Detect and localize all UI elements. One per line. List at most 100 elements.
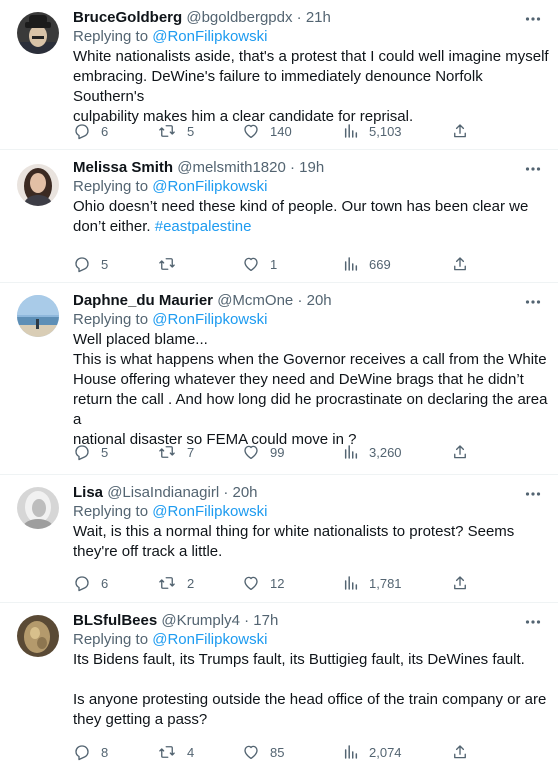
share-icon <box>454 445 466 459</box>
views-button[interactable]: 2,074 <box>343 742 402 762</box>
retweet-button[interactable]: 7 <box>157 442 194 462</box>
share-button[interactable] <box>451 254 469 274</box>
timestamp[interactable]: 20h <box>307 292 332 309</box>
avatar[interactable] <box>17 487 59 529</box>
text-line: Well placed blame... <box>73 331 208 348</box>
like-count: 99 <box>270 444 285 460</box>
replying-to: Replying to @RonFilipkowski <box>73 502 267 522</box>
text-line: Wait, is this a normal thing for white n… <box>73 523 515 540</box>
tweet[interactable]: BLSfulBees @Krumply4 · 17h Replying to @… <box>0 603 558 768</box>
timestamp[interactable]: 19h <box>299 159 324 176</box>
tweet-header: BLSfulBees @Krumply4 · 17h <box>73 611 518 631</box>
mention-link[interactable]: @RonFilipkowski <box>152 503 267 520</box>
replying-to: Replying to @RonFilipkowski <box>73 27 267 47</box>
retweet-count: 5 <box>187 123 195 139</box>
hashtag-link[interactable]: #eastpalestine <box>155 218 252 235</box>
reply-button[interactable]: 6 <box>73 573 108 593</box>
reply-button[interactable]: 6 <box>73 121 108 141</box>
retweet-button[interactable]: 4 <box>157 742 194 762</box>
tweet[interactable]: Melissa Smith @melsmith1820 · 19h Replyi… <box>0 150 558 283</box>
reply-button[interactable]: 8 <box>73 742 108 762</box>
tweet-header: Lisa @LisaIndianagirl · 20h <box>73 483 518 503</box>
display-name[interactable]: BLSfulBees <box>73 612 157 629</box>
reply-button[interactable]: 5 <box>73 254 108 274</box>
share-icon <box>454 124 466 138</box>
reply-count: 8 <box>101 744 109 760</box>
more-options-icon[interactable] <box>522 291 544 313</box>
view-count: 5,103 <box>369 123 402 139</box>
retweet-count: 2 <box>187 575 195 591</box>
display-name[interactable]: Lisa <box>73 484 103 501</box>
views-icon <box>344 745 358 759</box>
mention-link[interactable]: @RonFilipkowski <box>152 311 267 328</box>
views-button[interactable]: 3,260 <box>343 442 402 462</box>
text-line: This is what happens when the Governor r… <box>73 351 547 368</box>
more-options-icon[interactable] <box>522 483 544 505</box>
text-line-prefix: don’t either. <box>73 218 155 235</box>
display-name[interactable]: Melissa Smith <box>73 159 173 176</box>
views-icon <box>344 124 358 138</box>
like-button[interactable]: 99 <box>242 442 284 462</box>
timestamp[interactable]: 20h <box>233 484 258 501</box>
views-icon <box>344 445 358 459</box>
share-icon <box>454 257 466 271</box>
handle[interactable]: @LisaIndianagirl <box>107 484 219 501</box>
like-button[interactable]: 1 <box>242 254 277 274</box>
avatar[interactable] <box>17 615 59 657</box>
more-options-icon[interactable] <box>522 8 544 30</box>
reply-icon <box>75 745 89 761</box>
text-line: House offering whatever they need and De… <box>73 371 524 388</box>
handle[interactable]: @McmOne <box>217 292 293 309</box>
mention-link[interactable]: @RonFilipkowski <box>152 631 267 648</box>
avatar[interactable] <box>17 12 59 54</box>
tweet[interactable]: Daphne_du Maurier @McmOne · 20h Replying… <box>0 283 558 475</box>
handle[interactable]: @Krumply4 <box>161 612 240 629</box>
like-button[interactable]: 85 <box>242 742 284 762</box>
share-button[interactable] <box>451 121 469 141</box>
views-icon <box>344 257 358 271</box>
reply-button[interactable]: 5 <box>73 442 108 462</box>
share-button[interactable] <box>451 442 469 462</box>
tweet[interactable]: BruceGoldberg @bgoldbergpdx · 21h Replyi… <box>0 0 558 150</box>
display-name[interactable]: Daphne_du Maurier <box>73 292 213 309</box>
retweet-button[interactable]: 2 <box>157 573 194 593</box>
views-button[interactable]: 669 <box>343 254 391 274</box>
display-name[interactable]: BruceGoldberg <box>73 9 182 26</box>
replying-label: Replying to <box>73 311 149 328</box>
mention-link[interactable]: @RonFilipkowski <box>152 178 267 195</box>
retweet-button[interactable] <box>157 254 187 274</box>
reply-icon <box>75 257 89 273</box>
avatar[interactable] <box>17 164 59 206</box>
text-line: Its Bidens fault, its Trumps fault, its … <box>73 651 525 668</box>
handle[interactable]: @melsmith1820 <box>177 159 286 176</box>
handle[interactable]: @bgoldbergpdx <box>186 9 292 26</box>
views-button[interactable]: 5,103 <box>343 121 402 141</box>
view-count: 1,781 <box>369 575 402 591</box>
like-button[interactable]: 12 <box>242 573 284 593</box>
retweet-count: 4 <box>187 744 195 760</box>
text-line: White nationalists aside, that's a prote… <box>73 48 549 65</box>
view-count: 669 <box>369 256 391 272</box>
heart-icon <box>244 576 258 591</box>
timestamp[interactable]: 17h <box>253 612 278 629</box>
share-button[interactable] <box>451 742 469 762</box>
text-line: Ohio doesn’t need these kind of people. … <box>73 198 529 215</box>
retweet-icon <box>159 446 175 458</box>
more-options-icon[interactable] <box>522 611 544 633</box>
views-icon <box>344 576 358 590</box>
timestamp[interactable]: 21h <box>306 9 331 26</box>
retweet-icon <box>159 746 175 758</box>
share-button[interactable] <box>451 573 469 593</box>
text-line: they're off track a little. <box>73 543 223 560</box>
more-options-icon[interactable] <box>522 158 544 180</box>
action-bar: 5 7 99 3,260 <box>73 442 473 462</box>
views-button[interactable]: 1,781 <box>343 573 402 593</box>
retweet-button[interactable]: 5 <box>157 121 194 141</box>
tweet[interactable]: Lisa @LisaIndianagirl · 20h Replying to … <box>0 475 558 603</box>
mention-link[interactable]: @RonFilipkowski <box>152 28 267 45</box>
heart-icon <box>244 124 258 139</box>
text-line: don’t either. #eastpalestine <box>73 217 551 237</box>
like-button[interactable]: 140 <box>242 121 292 141</box>
avatar[interactable] <box>17 295 59 337</box>
replying-label: Replying to <box>73 178 149 195</box>
